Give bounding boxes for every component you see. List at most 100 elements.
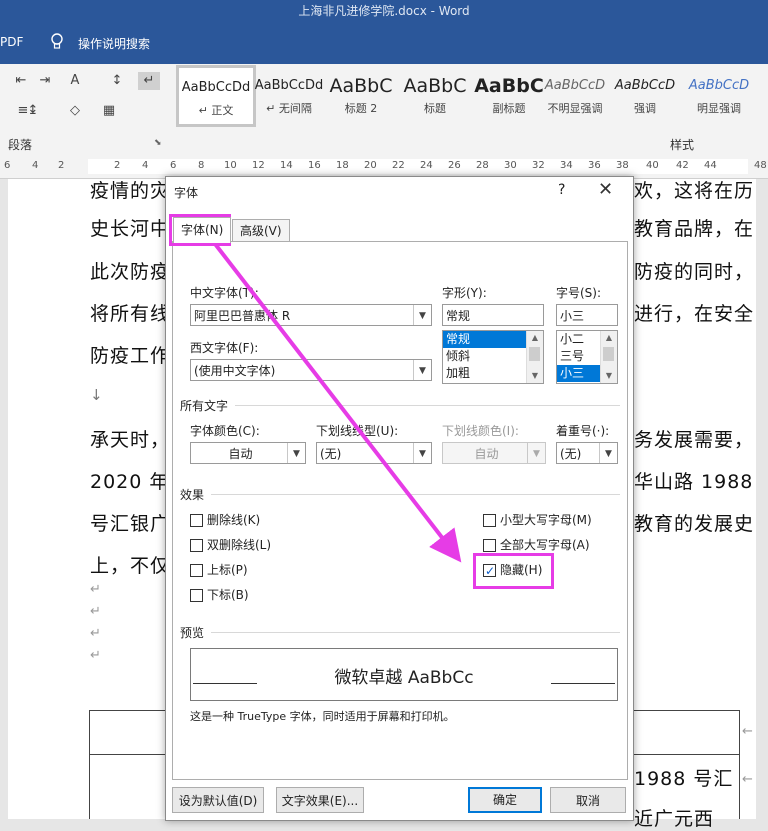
scroll-down-icon[interactable]: ▼ [601, 369, 617, 383]
paragraph-mark: ↵ [90, 604, 101, 619]
cancel-button[interactable]: 取消 [550, 787, 626, 813]
style-heading-2[interactable]: AaBbC 标题 2 [324, 66, 398, 122]
underline-color-select: 自动 ▼ [442, 442, 546, 464]
decrease-indent-icon[interactable]: ⇤ [10, 72, 32, 90]
scrollbar[interactable]: ▲ ▼ [600, 331, 617, 383]
doc-line-left: 2020 年 [90, 471, 170, 493]
style-no-spacing[interactable]: AaBbCcDd ↵ 无间隔 [252, 66, 326, 122]
chevron-down-icon[interactable]: ▼ [413, 443, 431, 463]
scroll-up-icon[interactable]: ▲ [601, 331, 617, 345]
emphasis-select[interactable]: (无) ▼ [556, 442, 618, 464]
lightbulb-icon [51, 33, 63, 49]
style-normal[interactable]: AaBbCcDd ↵ 正文 [176, 65, 256, 127]
underline-type-select[interactable]: (无) ▼ [316, 442, 432, 464]
row-end-mark: ← [742, 772, 753, 787]
ruler-tick: 8 [198, 160, 205, 171]
tab-font[interactable]: 字体(N) [173, 217, 232, 243]
increase-indent-icon[interactable]: ⇥ [34, 72, 56, 90]
button-label: 设为默认值(D) [178, 794, 258, 808]
style-preview: AaBbCcDd [181, 80, 251, 95]
sort-icon[interactable]: ↕ [106, 72, 128, 90]
show-marks-icon[interactable]: ↵ [138, 72, 160, 90]
set-default-button[interactable]: 设为默认值(D) [172, 787, 264, 813]
west-font-select[interactable]: (使用中文字体) ▼ [190, 359, 432, 381]
styles-gallery: AaBbCcDd ↵ 正文 AaBbCcDd ↵ 无间隔 AaBbC 标题 2 … [176, 65, 768, 127]
style-name: 强调 [634, 102, 656, 115]
pdf-tab[interactable]: PDF [0, 35, 23, 49]
scroll-up-icon[interactable]: ▲ [527, 331, 543, 345]
checkbox-label: 下标(B) [207, 588, 249, 602]
chinese-layout-icon[interactable]: A [64, 72, 86, 90]
chevron-down-icon[interactable]: ▼ [413, 305, 431, 325]
chevron-down-icon[interactable]: ▼ [599, 443, 617, 463]
ruler-tick: 18 [336, 160, 349, 171]
style-option[interactable]: 常规 [443, 331, 527, 348]
checkbox-box[interactable] [190, 514, 203, 527]
separator [211, 494, 620, 495]
size-label: 字号(S): [556, 286, 602, 300]
line-spacing-icon[interactable]: ↨ [22, 102, 44, 120]
tab-advanced[interactable]: 高级(V) [232, 219, 290, 242]
style-preview: AaBbCcD [544, 78, 606, 93]
style-input-value: 常规 [446, 309, 471, 323]
ruler-tick: 30 [504, 160, 517, 171]
checkbox-box[interactable] [483, 539, 496, 552]
ruler-tick: 34 [560, 160, 573, 171]
text-effects-button[interactable]: 文字效果(E)... [276, 787, 364, 813]
window-title: 上海非凡进修学院.docx - Word [298, 4, 470, 18]
button-label: 取消 [575, 794, 600, 808]
font-color-select[interactable]: 自动 ▼ [190, 442, 306, 464]
close-icon[interactable]: ✕ [598, 179, 613, 200]
style-preview: AaBbCcD [688, 78, 750, 93]
ruler-tick: 48 [754, 160, 767, 171]
ruler-tick: 22 [392, 160, 405, 171]
style-title[interactable]: AaBbC 标题 [398, 66, 472, 122]
doc-line-left: 将所有线 [90, 303, 171, 325]
shading-icon[interactable]: ◇ [64, 102, 86, 120]
style-name: 标题 [424, 102, 446, 115]
style-list[interactable]: 常规 倾斜 加粗 ▲ ▼ [442, 330, 544, 384]
style-subtitle[interactable]: AaBbC 副标题 [472, 66, 546, 122]
doc-line-left: 号汇银广 [90, 513, 171, 535]
checkbox-box[interactable] [483, 514, 496, 527]
help-button[interactable]: ? [558, 182, 565, 198]
style-emphasis[interactable]: AaBbCcD 强调 [608, 66, 682, 122]
paragraph-dialog-launcher-icon[interactable]: ⬊ [154, 138, 162, 148]
checkbox-box[interactable] [190, 564, 203, 577]
ok-button[interactable]: 确定 [468, 787, 542, 813]
ruler-tick: 4 [142, 160, 149, 171]
style-name: ↵ 无间隔 [266, 102, 312, 115]
separator [235, 405, 620, 406]
borders-icon[interactable]: ▦ [98, 102, 120, 120]
size-option[interactable]: 小三 [557, 365, 601, 382]
ruler-tick: 14 [280, 160, 293, 171]
ruler-tick: 2 [114, 160, 121, 171]
scroll-thumb[interactable] [529, 347, 540, 361]
style-intense-emphasis[interactable]: AaBbCcD 明显强调 [682, 66, 756, 122]
font-color-label: 字体颜色(C): [190, 424, 260, 438]
chevron-down-icon[interactable]: ▼ [413, 360, 431, 380]
style-input[interactable]: 常规 [442, 304, 544, 326]
checkbox-box[interactable] [190, 589, 203, 602]
paragraph-mark: ↓ [90, 386, 103, 404]
tell-me-search[interactable]: 操作说明搜索 [78, 35, 150, 52]
scroll-down-icon[interactable]: ▼ [527, 369, 543, 383]
ruler-tick: 20 [364, 160, 377, 171]
all-text-header: 所有文字 [180, 399, 229, 413]
checkbox-label: 小型大写字母(M) [500, 513, 592, 527]
underline-color-label: 下划线颜色(I): [442, 424, 519, 438]
styles-group-label: 样式 [670, 138, 695, 152]
style-subtle-emphasis[interactable]: AaBbCcD 不明显强调 [538, 66, 612, 122]
chevron-down-icon[interactable]: ▼ [287, 443, 305, 463]
table-border [89, 710, 90, 819]
checkbox-box[interactable] [190, 539, 203, 552]
size-list[interactable]: 小二 三号 小三 ▲ ▼ [556, 330, 618, 384]
scrollbar[interactable]: ▲ ▼ [526, 331, 543, 383]
tell-me-bar: PDF 操作说明搜索 [0, 22, 768, 64]
size-input[interactable]: 小三 [556, 304, 618, 326]
scroll-thumb[interactable] [603, 347, 614, 361]
tab-label: 高级(V) [240, 224, 282, 238]
cn-font-select[interactable]: 阿里巴巴普惠体 R ▼ [190, 304, 432, 326]
ruler-tick: 6 [170, 160, 177, 171]
ruler-tick: 16 [308, 160, 321, 171]
